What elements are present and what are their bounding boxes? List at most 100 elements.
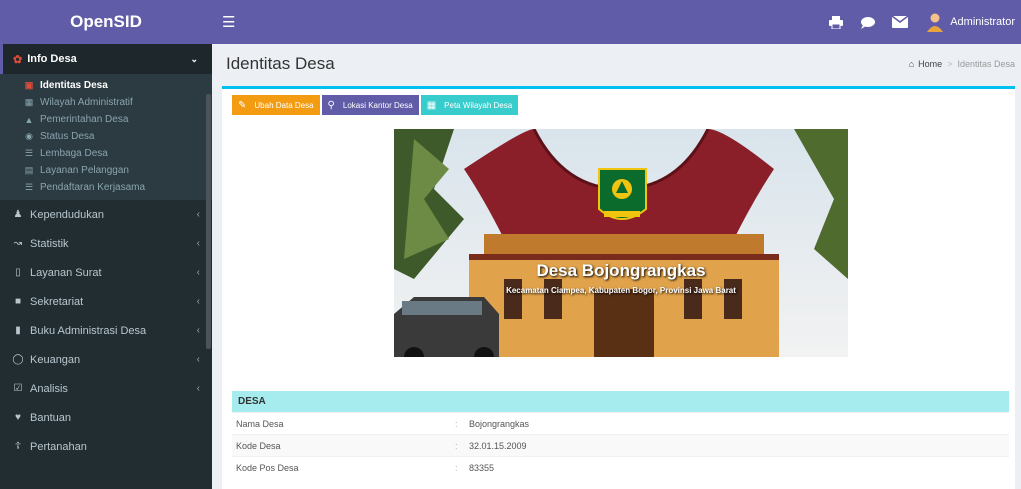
chevron-down-icon: ⌄ [190, 53, 198, 64]
money-icon: ◯ [12, 354, 24, 365]
identity-box: ✎ Ubah Data Desa ⚲ Lokasi Kantor Desa ▦ Pet… [222, 86, 1015, 489]
sitemap-icon: ▲ [24, 114, 34, 125]
sidebar: ✿ Info Desa ⌄ ▣ Identitas Desa ▦ Wilayah A… [0, 44, 212, 489]
sidebar-item-layanan-surat[interactable]: ▯ Layanan Surat ‹ [0, 258, 212, 287]
sidebar-item-kependudukan[interactable]: ♟ Kependudukan ‹ [0, 200, 212, 229]
banner-title: Desa Bojongrangkas [536, 261, 706, 280]
sidebar-item-pertanahan[interactable]: ☦ Pertanahan [0, 432, 212, 461]
edit-village-button[interactable]: ✎ Ubah Data Desa [232, 95, 320, 115]
button-label: Ubah Data Desa [254, 100, 314, 110]
row-label: Kode Desa [236, 440, 281, 451]
archive-icon: ■ [14, 296, 22, 307]
village-banner-image: Desa Bojongrangkas Kecamatan Ciampea, Ka… [394, 129, 848, 357]
list-icon: ☰ [24, 182, 34, 192]
bookmark-icon: ▮ [15, 325, 21, 336]
submenu-info-desa: ▣ Identitas Desa ▦ Wilayah Administratif ▲… [0, 74, 212, 200]
row-label: Kode Pos Desa [236, 462, 299, 473]
subitem-wilayah-administratif[interactable]: ▦ Wilayah Administratif [0, 94, 212, 111]
table-row: Kode Pos Desa : 83355 [232, 456, 1009, 478]
comment-icon[interactable] [854, 0, 882, 44]
sidebar-item-buku-administrasi-desa[interactable]: ▮ Buku Administrasi Desa ‹ [0, 316, 212, 345]
section-header: DESA [232, 391, 1009, 412]
page-title: Identitas Desa [226, 54, 335, 73]
sidebar-item-label: Kependudukan [30, 208, 105, 221]
list-icon: ☰ [24, 148, 34, 158]
credit-card-icon: ▤ [24, 165, 34, 175]
map-signs-icon: ☦ [14, 441, 22, 452]
button-label: Peta Wilayah Desa [444, 100, 513, 110]
app-logo[interactable]: OpenSID [0, 0, 212, 44]
subitem-label: Wilayah Administratif [40, 97, 133, 108]
chevron-left-icon: ‹ [196, 296, 200, 307]
subitem-label: Pendaftaran Kerjasama [40, 182, 146, 193]
chevron-left-icon: ‹ [196, 325, 200, 336]
sidebar-scrollbar[interactable] [206, 94, 211, 349]
sidebar-item-label: Sekretariat [30, 295, 84, 308]
row-colon: : [455, 462, 458, 473]
village-map-button[interactable]: ▦ Peta Wilayah Desa [420, 95, 519, 115]
sidebar-item-info-desa[interactable]: ✿ Info Desa ⌄ [0, 44, 212, 74]
user-name: Administrator [950, 16, 1015, 28]
sitemap-icon: ✿ [13, 53, 23, 66]
main-content: Identitas Desa ⌂ Home > Identitas Desa ✎… [212, 44, 1021, 489]
check-square-icon: ☑ [13, 383, 23, 394]
subitem-layanan-pelanggan[interactable]: ▤ Layanan Pelanggan [0, 162, 212, 179]
sidebar-item-analisis[interactable]: ☑ Analisis ‹ [0, 374, 212, 403]
sidebar-item-bantuan[interactable]: ♥ Bantuan [0, 403, 212, 432]
home-icon: ⌂ [908, 59, 915, 69]
sidebar-item-label: Bantuan [30, 411, 71, 424]
banner-subtitle: Kecamatan Ciampea, Kabupaten Bogor, Prov… [506, 286, 736, 295]
breadcrumb-current: Identitas Desa [957, 59, 1015, 69]
chevron-left-icon: ‹ [196, 209, 200, 220]
sidebar-item-keuangan[interactable]: ◯ Keuangan ‹ [0, 345, 212, 374]
table-row: Kode Desa : 32.01.15.2009 [232, 434, 1009, 456]
chevron-left-icon: ‹ [196, 354, 200, 365]
row-colon: : [455, 440, 458, 451]
sidebar-item-sekretariat[interactable]: ■ Sekretariat ‹ [0, 287, 212, 316]
map-icon: ▦ [426, 99, 437, 111]
chevron-left-icon: ‹ [196, 238, 200, 249]
subitem-pendaftaran-kerjasama[interactable]: ☰ Pendaftaran Kerjasama [0, 179, 212, 196]
subitem-label: Lembaga Desa [40, 148, 108, 159]
row-label: Nama Desa [236, 418, 284, 429]
map-icon: ▦ [24, 97, 34, 107]
users-icon: ♟ [13, 209, 23, 220]
sidebar-item-label: Buku Administrasi Desa [30, 324, 147, 337]
sidebar-item-label: Analisis [30, 382, 68, 395]
sidebar-item-label: Layanan Surat [30, 266, 102, 279]
user-avatar [927, 13, 944, 32]
user-menu[interactable]: Administrator [918, 12, 1021, 32]
breadcrumb-home[interactable]: Home [918, 59, 942, 69]
banner-illustration [394, 129, 848, 357]
subitem-identitas-desa[interactable]: ▣ Identitas Desa [0, 77, 212, 94]
row-value: 83355 [469, 462, 495, 473]
row-colon: : [455, 418, 458, 429]
sidebar-item-label: Pertanahan [30, 440, 87, 453]
sidebar-item-label: Keuangan [30, 353, 81, 366]
village-info-table: DESA Nama Desa : Bojongrangkas Kode Desa… [232, 391, 1009, 478]
heart-icon: ♥ [15, 412, 21, 423]
subitem-pemerintahan-desa[interactable]: ▲ Pemerintahan Desa [0, 111, 212, 128]
sidebar-group-label: Info Desa [27, 53, 77, 65]
subitem-label: Pemerintahan Desa [40, 114, 129, 125]
sidebar-item-statistik[interactable]: ↝ Statistik ‹ [0, 229, 212, 258]
chevron-left-icon: ‹ [196, 383, 200, 394]
subitem-status-desa[interactable]: ◉ Status Desa [0, 128, 212, 145]
subitem-label: Layanan Pelanggan [40, 165, 129, 176]
action-buttons: ✎ Ubah Data Desa ⚲ Lokasi Kantor Desa ▦ Pet… [232, 95, 520, 115]
line-chart-icon: ↝ [13, 238, 23, 249]
button-label: Lokasi Kantor Desa [342, 100, 413, 110]
subitem-label: Identitas Desa [40, 80, 108, 91]
office-location-button[interactable]: ⚲ Lokasi Kantor Desa [321, 95, 419, 115]
print-icon[interactable] [822, 0, 850, 44]
breadcrumb-separator: > [947, 59, 953, 69]
table-row: Nama Desa : Bojongrangkas [232, 412, 1009, 434]
mail-icon[interactable] [886, 0, 914, 44]
row-value: 32.01.15.2009 [469, 440, 527, 451]
sidebar-item-label: Statistik [30, 237, 69, 250]
top-navbar: ☰ Administrator [212, 0, 1021, 44]
hamburger-icon[interactable]: ☰ [212, 13, 242, 31]
subitem-lembaga-desa[interactable]: ☰ Lembaga Desa [0, 145, 212, 162]
map-marker-icon: ⚲ [327, 99, 335, 111]
book-icon: ▯ [15, 267, 21, 278]
